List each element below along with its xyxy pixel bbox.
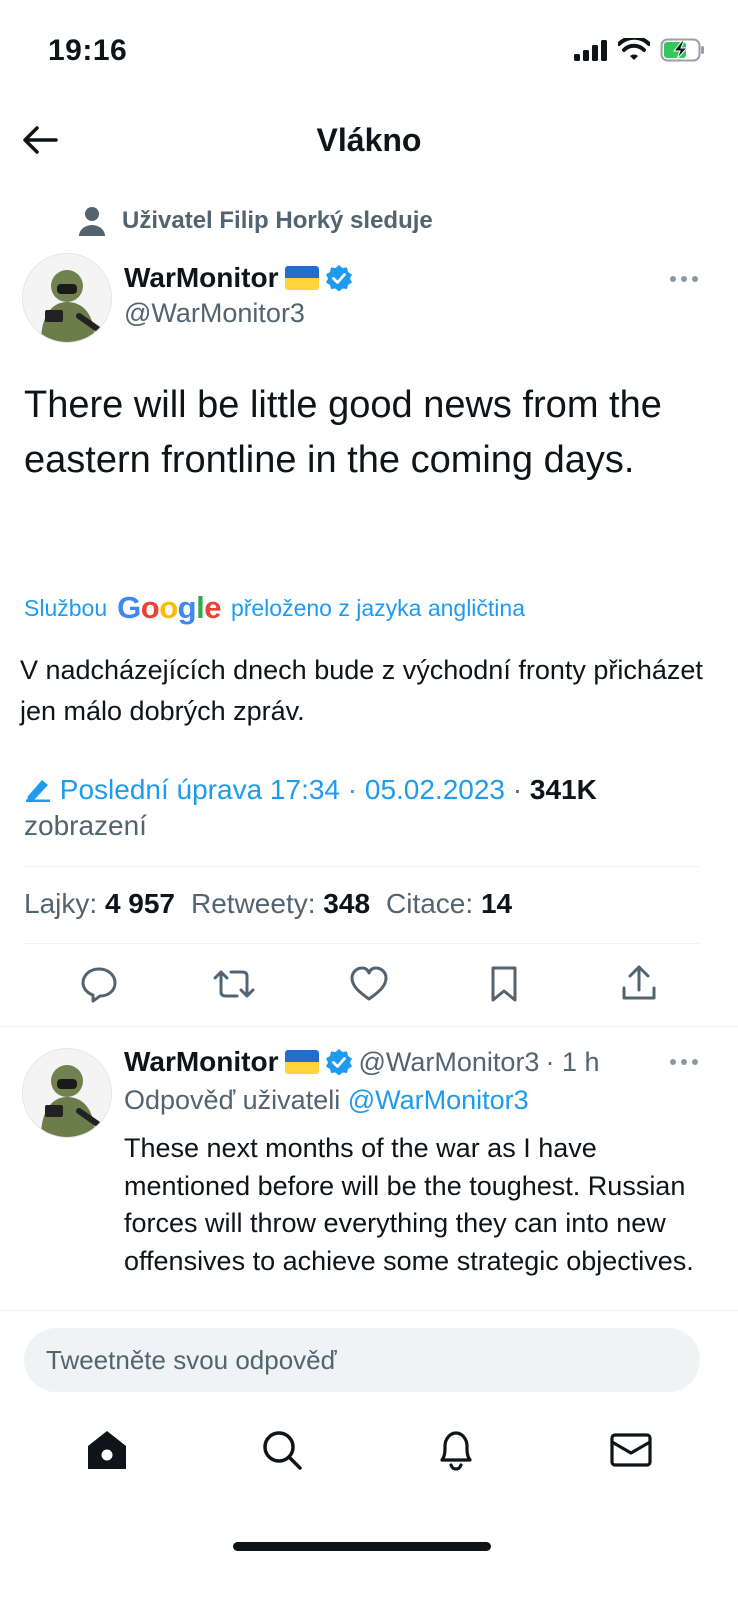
reply-compose-placeholder: Tweetněte svou odpověď	[46, 1344, 337, 1375]
tab-home[interactable]	[77, 1420, 137, 1480]
divider	[0, 1310, 738, 1311]
cellular-signal-icon	[574, 40, 607, 61]
views-label: zobrazení	[24, 810, 147, 841]
verified-badge-icon	[325, 265, 352, 292]
bookmark-button[interactable]	[480, 960, 528, 1008]
replying-to-handle[interactable]: @WarMonitor3	[348, 1085, 529, 1115]
retweets-label: Retweety:	[191, 888, 316, 919]
more-options-button[interactable]	[664, 267, 704, 291]
dot-icon	[670, 1059, 676, 1065]
likes-stat[interactable]: Lajky: 4 957	[24, 888, 175, 920]
dot-icon	[681, 276, 687, 282]
status-icons	[574, 38, 706, 62]
reply-icon	[81, 967, 117, 1003]
tab-messages[interactable]	[601, 1420, 661, 1480]
bottom-tab-bar	[0, 1420, 738, 1490]
home-indicator	[233, 1542, 491, 1551]
share-icon	[622, 965, 656, 1000]
dot-icon	[670, 276, 676, 282]
pencil-icon	[26, 780, 50, 802]
retweets-stat[interactable]: Retweety: 348	[191, 888, 370, 920]
edit-label[interactable]: Poslední úprava 17:34 · 05.02.2023	[60, 774, 505, 805]
google-logo: Google	[117, 590, 221, 625]
dot-icon	[692, 1059, 698, 1065]
soldier-avatar-icon	[23, 1049, 111, 1137]
verified-badge-icon	[325, 1049, 352, 1076]
replying-to: Odpověď uživateli @WarMonitor3	[124, 1085, 529, 1116]
divider	[24, 943, 700, 944]
soldier-avatar-icon	[23, 254, 111, 342]
views-count: 341K	[529, 774, 597, 805]
quotes-label: Citace:	[386, 888, 474, 919]
bookmark-icon	[491, 966, 517, 1002]
reply-time: · 1 h	[545, 1046, 600, 1077]
page-title: Vlákno	[316, 122, 422, 158]
search-icon	[263, 1431, 302, 1470]
likes-label: Lajky:	[24, 888, 98, 919]
divider	[24, 866, 700, 867]
avatar[interactable]	[22, 253, 112, 343]
translation-suffix: přeloženo z jazyka angličtina	[230, 594, 525, 621]
author-handle[interactable]: @WarMonitor3	[124, 298, 305, 329]
reply-compose-input[interactable]: Tweetněte svou odpověď	[24, 1328, 700, 1392]
status-time: 19:16	[48, 34, 128, 67]
dot-icon	[692, 276, 698, 282]
retweet-button[interactable]	[210, 960, 258, 1008]
tweet-actions	[0, 960, 738, 1016]
engagement-stats: Lajky: 4 957 Retweety: 348 Citace: 14	[24, 888, 512, 920]
ukraine-flag-icon	[284, 266, 319, 290]
bell-icon	[440, 1431, 472, 1471]
views-separator: ·	[505, 774, 530, 805]
heart-icon	[350, 966, 388, 1001]
author-name-row[interactable]: WarMonitor	[124, 262, 353, 294]
retweets-count: 348	[323, 888, 371, 919]
reply-text: These next months of the war as I have m…	[124, 1133, 694, 1276]
reply-avatar[interactable]	[22, 1048, 112, 1138]
tweet-text: There will be little good news from the …	[24, 384, 662, 481]
reply-button[interactable]	[75, 960, 123, 1008]
wifi-icon	[618, 38, 650, 60]
person-icon	[79, 207, 105, 236]
tab-search[interactable]	[252, 1420, 312, 1480]
author-name[interactable]: WarMonitor	[124, 262, 279, 294]
translated-text: V nadcházejících dnech bude z východní f…	[20, 655, 703, 726]
edit-info: Poslední úprava 17:34 · 05.02.2023 · 341…	[24, 772, 714, 844]
translation-attribution[interactable]: Službou Google přeloženo z jazyka anglič…	[24, 590, 525, 626]
divider	[0, 1026, 738, 1027]
translation-prefix: Službou	[24, 594, 108, 621]
dot-icon	[681, 1059, 687, 1065]
tab-notifications[interactable]	[426, 1420, 486, 1480]
like-button[interactable]	[345, 960, 393, 1008]
share-button[interactable]	[615, 960, 663, 1008]
replying-label: Odpověď uživateli	[124, 1085, 341, 1115]
mail-icon	[610, 1433, 652, 1467]
ukraine-flag-icon	[284, 1050, 319, 1074]
social-context: Uživatel Filip Horký sleduje	[78, 206, 433, 236]
home-icon	[88, 1431, 127, 1469]
quotes-count: 14	[480, 888, 513, 919]
reply-author-handle[interactable]: @WarMonitor3	[359, 1047, 540, 1078]
reply-text-clip: These next months of the war as I have m…	[124, 1130, 714, 1308]
social-context-label: Uživatel Filip Horký sleduje	[122, 207, 433, 234]
reply-author-row[interactable]: WarMonitor @WarMonitor3 · 1 h	[124, 1046, 599, 1078]
reply-more-options-button[interactable]	[664, 1050, 704, 1074]
battery-charging-icon	[660, 38, 704, 62]
likes-count: 4 957	[104, 888, 176, 919]
retweet-icon	[213, 970, 255, 998]
reply-author-name[interactable]: WarMonitor	[124, 1046, 279, 1078]
quotes-stat[interactable]: Citace: 14	[386, 888, 512, 920]
